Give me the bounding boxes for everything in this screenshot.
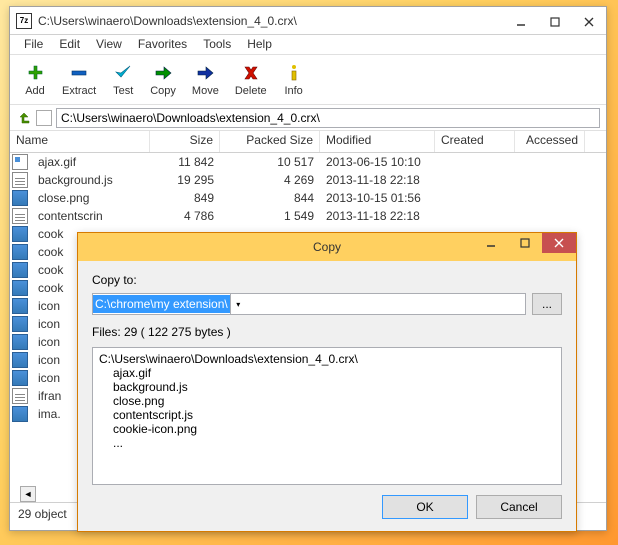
cancel-button[interactable]: Cancel bbox=[476, 495, 562, 519]
col-modified[interactable]: Modified bbox=[320, 131, 435, 152]
col-name[interactable]: Name bbox=[10, 131, 150, 152]
copy-to-label: Copy to: bbox=[92, 273, 562, 287]
destination-input[interactable]: C:\chrome\my extension\ ▾ bbox=[92, 293, 526, 315]
extract-button[interactable]: Extract bbox=[56, 60, 102, 99]
files-info: Files: 29 ( 122 275 bytes ) bbox=[92, 325, 562, 339]
nav-up-button[interactable] bbox=[16, 110, 32, 126]
file-type-icon bbox=[12, 280, 28, 296]
dialog-minimize-button[interactable] bbox=[474, 233, 508, 253]
maximize-button[interactable] bbox=[538, 12, 572, 32]
menubar: FileEditViewFavoritesToolsHelp bbox=[10, 35, 606, 55]
file-type-icon bbox=[12, 298, 28, 314]
extract-icon bbox=[68, 62, 90, 84]
add-icon bbox=[24, 62, 46, 84]
file-row[interactable]: close.png8498442013-10-15 01:56 bbox=[10, 189, 606, 207]
test-button[interactable]: Test bbox=[106, 60, 140, 99]
file-type-icon bbox=[12, 154, 28, 170]
list-header: Name Size Packed Size Modified Created A… bbox=[10, 131, 606, 153]
close-button[interactable] bbox=[572, 12, 606, 32]
menu-file[interactable]: File bbox=[16, 35, 51, 54]
destination-dropdown-icon[interactable]: ▾ bbox=[230, 293, 246, 315]
delete-icon bbox=[240, 62, 262, 84]
col-size[interactable]: Size bbox=[150, 131, 220, 152]
copy-button[interactable]: Copy bbox=[144, 60, 182, 99]
preview-item: background.js bbox=[99, 380, 555, 394]
col-accessed[interactable]: Accessed bbox=[515, 131, 585, 152]
file-type-icon bbox=[12, 334, 28, 350]
col-created[interactable]: Created bbox=[435, 131, 515, 152]
file-type-icon bbox=[12, 352, 28, 368]
titlebar[interactable]: 7z C:\Users\winaero\Downloads\extension_… bbox=[10, 7, 606, 35]
move-button[interactable]: Move bbox=[186, 60, 225, 99]
file-type-icon bbox=[12, 316, 28, 332]
dialog-maximize-button[interactable] bbox=[508, 233, 542, 253]
file-type-icon bbox=[12, 406, 28, 422]
app-icon: 7z bbox=[16, 13, 32, 29]
info-icon bbox=[283, 62, 305, 84]
minimize-button[interactable] bbox=[504, 12, 538, 32]
file-icon bbox=[36, 110, 52, 126]
file-type-icon bbox=[12, 262, 28, 278]
file-type-icon bbox=[12, 208, 28, 224]
col-packed[interactable]: Packed Size bbox=[220, 131, 320, 152]
destination-value: C:\chrome\my extension\ bbox=[93, 295, 230, 313]
scroll-left-button[interactable]: ◄ bbox=[20, 486, 36, 502]
info-button[interactable]: Info bbox=[277, 60, 311, 99]
menu-view[interactable]: View bbox=[88, 35, 130, 54]
delete-button[interactable]: Delete bbox=[229, 60, 273, 99]
dialog-title: Copy bbox=[313, 240, 341, 254]
file-row[interactable]: contentscrin4 7861 5492013-11-18 22:18 bbox=[10, 207, 606, 225]
preview-item: close.png bbox=[99, 394, 555, 408]
menu-tools[interactable]: Tools bbox=[195, 35, 239, 54]
status-text: 29 object bbox=[18, 507, 67, 521]
copy-dialog: Copy Copy to: C:\chrome\my extension\ ▾ … bbox=[77, 232, 577, 532]
file-type-icon bbox=[12, 190, 28, 206]
copy-icon bbox=[152, 62, 174, 84]
file-preview: C:\Users\winaero\Downloads\extension_4_0… bbox=[92, 347, 562, 485]
dialog-titlebar[interactable]: Copy bbox=[78, 233, 576, 261]
addressbar bbox=[10, 105, 606, 131]
preview-item: ... bbox=[99, 436, 555, 450]
path-input[interactable] bbox=[56, 108, 600, 128]
menu-help[interactable]: Help bbox=[239, 35, 280, 54]
test-icon bbox=[112, 62, 134, 84]
file-type-icon bbox=[12, 226, 28, 242]
file-type-icon bbox=[12, 172, 28, 188]
file-row[interactable]: ajax.gif11 84210 5172013-06-15 10:10 bbox=[10, 153, 606, 171]
window-title: C:\Users\winaero\Downloads\extension_4_0… bbox=[38, 14, 504, 28]
menu-edit[interactable]: Edit bbox=[51, 35, 88, 54]
preview-source: C:\Users\winaero\Downloads\extension_4_0… bbox=[99, 352, 555, 366]
file-type-icon bbox=[12, 370, 28, 386]
move-icon bbox=[194, 62, 216, 84]
preview-item: cookie-icon.png bbox=[99, 422, 555, 436]
preview-item: ajax.gif bbox=[99, 366, 555, 380]
preview-item: contentscript.js bbox=[99, 408, 555, 422]
toolbar: AddExtractTestCopyMoveDeleteInfo bbox=[10, 55, 606, 105]
file-type-icon bbox=[12, 388, 28, 404]
dialog-close-button[interactable] bbox=[542, 233, 576, 253]
ok-button[interactable]: OK bbox=[382, 495, 468, 519]
menu-favorites[interactable]: Favorites bbox=[130, 35, 195, 54]
add-button[interactable]: Add bbox=[18, 60, 52, 99]
file-row[interactable]: background.js19 2954 2692013-11-18 22:18 bbox=[10, 171, 606, 189]
browse-button[interactable]: ... bbox=[532, 293, 562, 315]
file-type-icon bbox=[12, 244, 28, 260]
